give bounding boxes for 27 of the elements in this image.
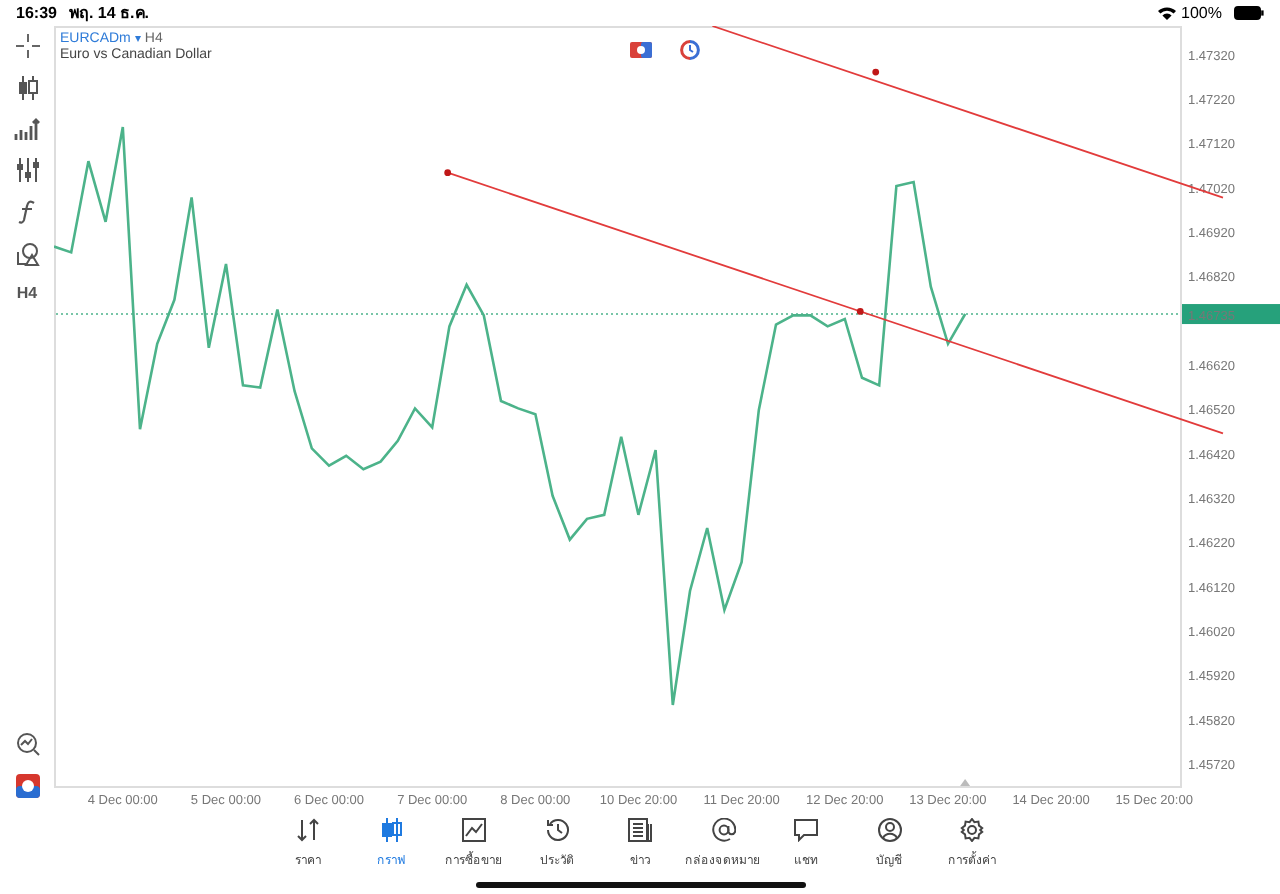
candlestick-icon[interactable]: [15, 76, 39, 100]
at-sign-icon: [711, 818, 735, 842]
home-indicator[interactable]: [475, 881, 805, 887]
logo-icon[interactable]: [15, 774, 39, 798]
person-icon: [877, 818, 901, 842]
history-icon: [545, 818, 569, 842]
time-marker-icon: [960, 779, 971, 786]
settings-icon: [960, 818, 984, 842]
bar-chart-icon[interactable]: [14, 118, 40, 140]
timeframe-button[interactable]: H4: [16, 284, 38, 302]
status-date: พฤ. 14 ธ.ค.: [68, 2, 149, 26]
status-time: 16:39: [16, 4, 57, 22]
sliders-icon[interactable]: [15, 158, 39, 182]
crosshair-icon[interactable]: [15, 34, 39, 58]
newspaper-icon: [628, 818, 652, 842]
arrows-icon: [296, 818, 320, 842]
function-icon[interactable]: [17, 200, 37, 224]
line-chart-icon: [462, 818, 486, 842]
chat-bubble-icon: [794, 818, 818, 842]
candlestick-icon: [379, 818, 403, 842]
clock-icon[interactable]: [680, 40, 700, 60]
chart-search-icon[interactable]: [15, 732, 39, 756]
wifi-icon: [1157, 6, 1176, 20]
camera-icon[interactable]: [630, 42, 652, 58]
battery-percent: 100%: [1181, 4, 1222, 22]
shapes-icon[interactable]: [15, 242, 39, 266]
battery-icon: [1234, 6, 1264, 20]
